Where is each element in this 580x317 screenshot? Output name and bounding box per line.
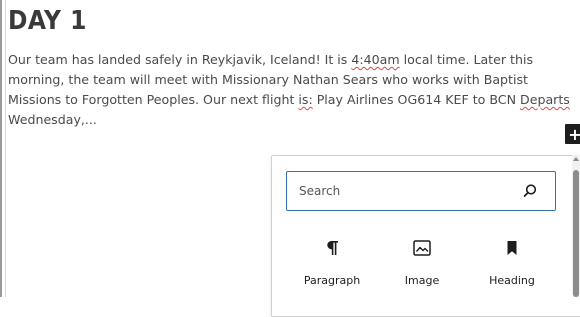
paragraph-text: Our team has landed safely in Reykjavik,… — [8, 52, 352, 67]
paragraph-text: Play Airlines OG614 KEF to BCN — [312, 92, 521, 107]
scroll-up-arrow-icon[interactable] — [573, 157, 579, 161]
search-icon[interactable] — [522, 183, 538, 199]
block-label: Image — [404, 274, 440, 287]
spelling-flag-time: 4:40am — [351, 52, 400, 67]
heading-icon — [467, 236, 557, 260]
image-icon — [377, 236, 467, 260]
plus-icon: + — [568, 124, 580, 144]
block-label: Paragraph — [303, 274, 361, 287]
block-label: Heading — [489, 274, 535, 287]
scrollbar-thumb[interactable] — [573, 170, 579, 297]
paragraph-icon — [287, 236, 377, 260]
paragraph-text: Wednesday,... — [8, 112, 97, 127]
editor-left-guide — [5, 0, 6, 297]
post-paragraph[interactable]: Our team has landed safely in Reykjavik,… — [8, 50, 580, 130]
spelling-flag-departs: Departs — [520, 92, 570, 107]
add-block-button[interactable]: + — [565, 124, 580, 144]
post-title[interactable]: DAY 1 — [8, 6, 87, 36]
block-item-image[interactable]: Image — [377, 236, 467, 287]
search-input[interactable] — [299, 172, 519, 210]
block-item-heading[interactable]: Heading — [467, 236, 557, 287]
block-inserter-popover: Paragraph Image Heading — [271, 155, 580, 317]
spelling-flag-is: is: — [298, 92, 313, 107]
editor-left-border — [0, 0, 2, 297]
block-item-paragraph[interactable]: Paragraph — [287, 236, 377, 287]
inserter-search-box[interactable] — [286, 171, 556, 211]
